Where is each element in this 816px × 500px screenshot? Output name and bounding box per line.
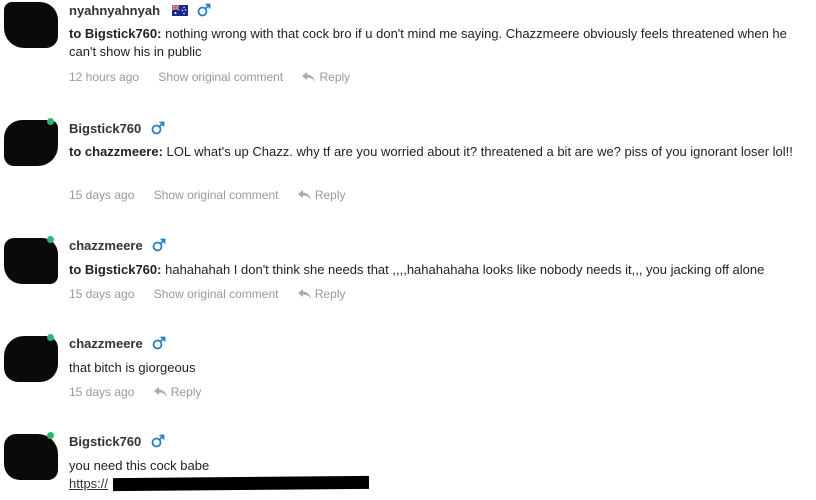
online-status-icon <box>47 118 54 125</box>
comment-body: that bitch is giorgeous <box>69 359 814 377</box>
avatar[interactable] <box>4 236 58 284</box>
timestamp[interactable]: 15 days ago <box>69 287 134 301</box>
australia-flag-icon <box>171 5 188 16</box>
online-status-icon <box>47 236 54 243</box>
reply-arrow-icon <box>297 289 311 299</box>
avatar[interactable] <box>4 334 58 382</box>
reply-to-label: to Bigstick760: <box>69 262 162 277</box>
reply-button[interactable]: Reply <box>153 385 202 399</box>
reply-arrow-icon <box>302 72 316 82</box>
comment-text: LOL what's up Chazz. why tf are you worr… <box>166 144 793 159</box>
timestamp[interactable]: 15 days ago <box>69 385 134 399</box>
online-status-icon <box>47 432 54 439</box>
reply-label: Reply <box>314 188 346 202</box>
username[interactable]: Bigstick760 <box>69 434 141 449</box>
username[interactable]: nyahnyahnyah <box>69 3 160 18</box>
comment-text: hahahahah I don't think she needs that ,… <box>165 262 765 277</box>
avatar[interactable] <box>4 118 58 166</box>
show-original-link[interactable]: Show original comment <box>154 287 279 301</box>
male-icon <box>197 3 211 17</box>
avatar[interactable] <box>4 2 58 48</box>
comment-body: to Bigstick760: nothing wrong with that … <box>69 25 814 61</box>
username[interactable]: chazzmeere <box>69 336 143 351</box>
online-status-icon <box>47 334 54 341</box>
username[interactable]: Bigstick760 <box>69 121 141 136</box>
comment-meta: 12 hours ago Show original comment Reply <box>69 70 366 84</box>
comment-body: to chazzmeere: LOL what's up Chazz. why … <box>69 143 814 161</box>
reply-button[interactable]: Reply <box>302 70 350 84</box>
reply-arrow-icon <box>153 387 167 397</box>
timestamp[interactable]: 12 hours ago <box>69 70 139 84</box>
show-original-link[interactable]: Show original comment <box>154 188 279 202</box>
comment-text: that bitch is giorgeous <box>69 360 196 375</box>
show-original-link[interactable]: Show original comment <box>158 70 283 84</box>
username[interactable]: chazzmeere <box>69 238 143 253</box>
male-icon <box>152 336 166 350</box>
reply-button[interactable]: Reply <box>297 188 346 202</box>
male-icon <box>152 238 166 252</box>
reply-label: Reply <box>170 385 202 399</box>
comment-text: you need this cock babe <box>69 458 210 473</box>
reply-to-label: to chazzmeere: <box>69 144 163 159</box>
timestamp[interactable]: 15 days ago <box>69 188 134 202</box>
reply-label: Reply <box>314 287 346 301</box>
comment-meta: 15 days ago Reply <box>69 385 217 399</box>
comment-body: you need this cock babe https:// <box>69 457 814 493</box>
comment-text: nothing wrong with that cock bro if u do… <box>69 26 787 59</box>
reply-arrow-icon <box>297 190 311 200</box>
comment-meta: 15 days ago Show original comment Reply <box>69 188 362 202</box>
male-icon <box>151 434 165 448</box>
redacted-link[interactable]: https:// <box>69 476 108 491</box>
reply-to-label: to Bigstick760: <box>69 26 162 41</box>
male-icon <box>151 121 165 135</box>
comment-body: to Bigstick760: hahahahah I don't think … <box>69 261 814 279</box>
reply-label: Reply <box>319 70 351 84</box>
reply-button[interactable]: Reply <box>297 287 346 301</box>
avatar[interactable] <box>4 432 58 480</box>
comment-meta: 15 days ago Show original comment Reply <box>69 287 362 301</box>
redaction-scribble <box>112 475 370 492</box>
